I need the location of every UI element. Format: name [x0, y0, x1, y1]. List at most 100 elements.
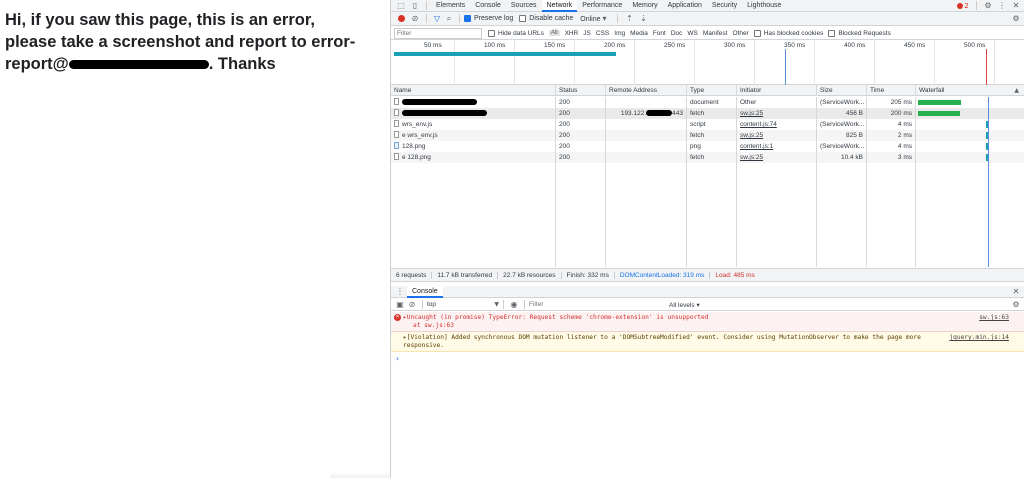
cell-time: 3 ms [867, 152, 916, 163]
initiator-link[interactable]: content.js:74 [740, 121, 777, 128]
file-icon [394, 120, 399, 127]
cell-status: 200 [556, 130, 606, 141]
sidebar-icon[interactable]: ▣ [394, 300, 406, 309]
tab-application[interactable]: Application [663, 0, 707, 12]
close-icon[interactable]: ✕ [1009, 1, 1023, 10]
eye-icon[interactable]: ◉ [508, 300, 520, 309]
overview-gridline [994, 40, 995, 85]
filter-type-js[interactable]: JS [583, 30, 591, 37]
cell-waterfall [916, 130, 1024, 141]
error-message-line2: please take a screenshot and report to e… [5, 33, 356, 51]
waterfall-bar [918, 111, 960, 116]
initiator-link[interactable]: content.js:1 [740, 143, 773, 150]
table-row[interactable]: e 128.png 200 fetch sw.js:25 10.4 kB 3 ms [391, 152, 1024, 163]
preserve-log-checkbox[interactable] [464, 15, 471, 22]
upload-icon[interactable]: ⇡ [622, 14, 636, 23]
has-blocked-cookies-checkbox[interactable] [753, 29, 761, 37]
filter-type-other[interactable]: Other [732, 30, 748, 37]
table-row[interactable]: e wrs_env.js 200 fetch sw.js:25 825 B2 ms [391, 130, 1024, 141]
column-divider [686, 163, 687, 267]
network-settings-gear-icon[interactable]: ⚙ [1009, 14, 1023, 23]
table-row[interactable]: 200 193.122. 443 fetch sw.js:25 456 B 200 ms [391, 108, 1024, 119]
column-header-waterfall[interactable]: Waterfall [916, 85, 1024, 96]
divider [426, 14, 427, 23]
error-count: 2 [964, 1, 969, 10]
inspect-icon[interactable]: ⬚ [394, 1, 408, 10]
request-name: e 128.png [402, 154, 431, 161]
tab-elements[interactable]: Elements [431, 0, 470, 12]
column-header-name[interactable]: Name [391, 85, 556, 96]
filter-type-doc[interactable]: Doc [671, 30, 683, 37]
column-header-remote-address[interactable]: Remote Address [606, 85, 687, 96]
cell-size: 825 B [817, 130, 867, 141]
column-header-type[interactable]: Type [687, 85, 737, 96]
table-row[interactable]: 200 document Other (ServiceWork... 205 ms [391, 97, 1024, 108]
column-header-initiator[interactable]: Initiator [737, 85, 817, 96]
device-toggle-icon[interactable]: ▯ [408, 1, 422, 10]
sort-asc-icon[interactable]: ▲ [1014, 87, 1019, 94]
blocked-requests-checkbox[interactable] [828, 29, 836, 37]
filter-type-ws[interactable]: WS [687, 30, 697, 37]
filter-type-manifest[interactable]: Manifest [703, 30, 728, 37]
filter-type-media[interactable]: Media [630, 30, 648, 37]
tab-network[interactable]: Network [541, 0, 578, 12]
tab-security[interactable]: Security [707, 0, 742, 12]
overview-gridline [694, 40, 695, 85]
cell-time: 4 ms [867, 141, 916, 152]
record-icon[interactable] [394, 15, 408, 22]
download-icon[interactable]: ⇣ [636, 14, 650, 23]
tab-memory[interactable]: Memory [627, 0, 662, 12]
hide-data-urls-checkbox[interactable] [488, 29, 495, 37]
filter-icon[interactable]: ▽ [431, 14, 443, 23]
log-levels-select[interactable]: All levels ▾ [669, 301, 700, 309]
initiator-link[interactable]: sw.js:25 [740, 132, 763, 139]
overview-tick-label: 450 ms [904, 42, 926, 49]
filter-input[interactable] [394, 27, 482, 39]
disable-cache-checkbox[interactable] [519, 15, 527, 22]
block-icon[interactable]: ⊘ [406, 300, 418, 309]
drawer-close-icon[interactable]: ✕ [1009, 287, 1023, 296]
column-divider [866, 163, 867, 267]
timeline-overview[interactable]: 50 ms 100 ms 150 ms 200 ms 250 ms 300 ms 350 m… [391, 40, 1024, 85]
message-source-link[interactable]: jquery.min.js:14 [949, 334, 1009, 342]
kebab-menu-icon[interactable]: ⋮ [995, 1, 1009, 10]
console-error-message[interactable]: ✕ ▸Uncaught (in promise) TypeError: Reque… [391, 312, 1024, 332]
console-prompt[interactable]: › [391, 352, 1024, 365]
tab-sources[interactable]: Sources [506, 0, 542, 12]
divider [976, 1, 977, 10]
filter-type-font[interactable]: Font [653, 30, 666, 37]
column-divider [736, 163, 737, 267]
column-header-time[interactable]: Time [867, 85, 916, 96]
filter-type-xhr[interactable]: XHR [565, 30, 579, 37]
console-violation-message[interactable]: ▸[Violation] Added synchronous DOM mutat… [391, 332, 1024, 352]
drawer-menu-icon[interactable]: ⋮ [393, 287, 407, 296]
search-icon[interactable]: ⌕ [443, 14, 455, 24]
table-row[interactable]: wrs_env.js 200 script content.js:74 (Service… [391, 119, 1024, 130]
filter-type-img[interactable]: Img [614, 30, 625, 37]
filter-type-css[interactable]: CSS [596, 30, 609, 37]
throttle-value: Online [580, 16, 601, 23]
console-settings-gear-icon[interactable]: ⚙ [1009, 300, 1023, 309]
table-row[interactable]: 128.png 200 png content.js:1 (ServiceWork...… [391, 141, 1024, 152]
gear-icon[interactable]: ⚙ [981, 1, 995, 10]
message-source-link[interactable]: sw.js:63 [979, 314, 1009, 322]
throttle-select[interactable]: Online ▾ [579, 13, 607, 24]
tab-console[interactable]: Console [470, 0, 506, 12]
cell-type: png [687, 141, 737, 152]
initiator-link[interactable]: sw.js:25 [740, 110, 763, 117]
context-select[interactable]: top ▼ [427, 301, 499, 308]
console-filter-input[interactable] [529, 299, 665, 310]
filter-type-all[interactable]: All [548, 30, 560, 36]
cell-initiator: sw.js:25 [737, 152, 817, 163]
tab-lighthouse[interactable]: Lighthouse [742, 0, 786, 12]
clear-icon[interactable]: ⊘ [408, 14, 422, 23]
chevron-down-icon: ▼ [494, 301, 499, 308]
column-header-size[interactable]: Size [817, 85, 867, 96]
tab-performance[interactable]: Performance [577, 0, 627, 12]
overview-tick-label: 300 ms [724, 42, 746, 49]
divider [617, 14, 619, 23]
tab-console-drawer[interactable]: Console [407, 285, 443, 298]
column-header-status[interactable]: Status [556, 85, 606, 96]
error-count-icon[interactable]: 2 [954, 2, 972, 10]
initiator-link[interactable]: sw.js:25 [740, 154, 763, 161]
